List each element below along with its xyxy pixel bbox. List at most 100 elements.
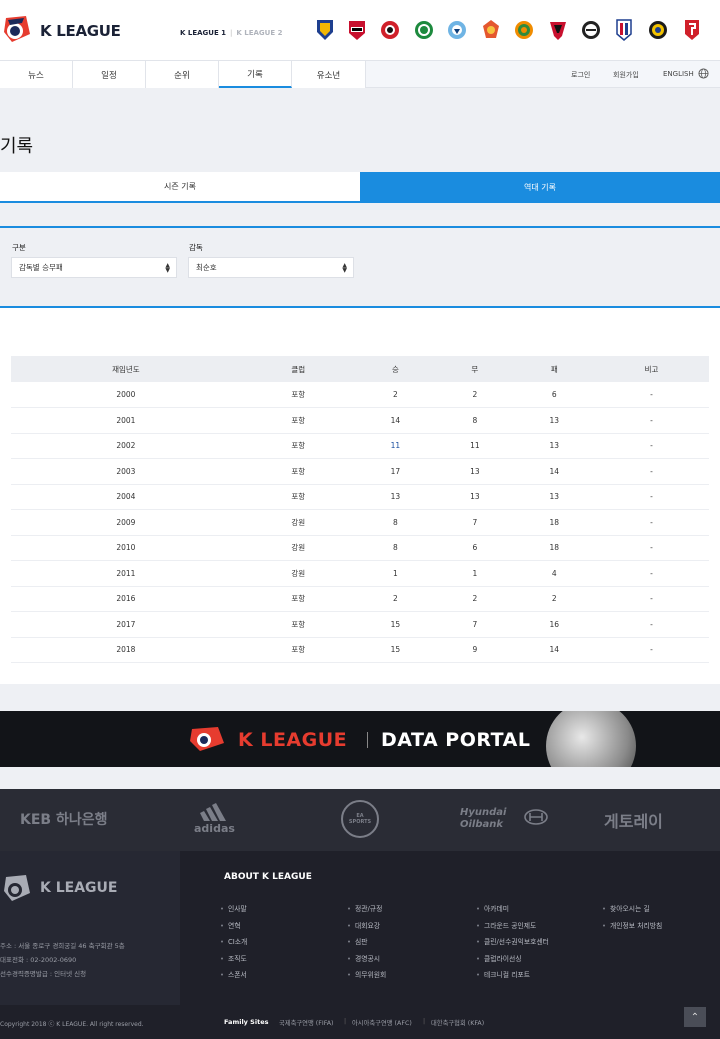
nav-tab-schedule[interactable]: 일정 xyxy=(73,61,146,88)
logo-text[interactable]: K LEAGUE xyxy=(40,22,121,40)
data-portal-banner[interactable]: K LEAGUE DATA PORTAL xyxy=(0,711,720,767)
coach-label: 감독 xyxy=(189,243,203,252)
cell-club: 포항 xyxy=(240,382,356,408)
nav-tab-standings[interactable]: 순위 xyxy=(146,61,219,88)
cell-draws: 2 xyxy=(435,586,515,612)
gangwon-emblem-icon[interactable] xyxy=(548,18,568,42)
footer-link[interactable]: 대회요강 xyxy=(347,920,380,930)
col-header-note: 비고 xyxy=(594,356,709,382)
nav-tab-news[interactable]: 뉴스 xyxy=(0,61,73,88)
incheon-emblem-icon[interactable] xyxy=(648,18,668,42)
cell-losses: 4 xyxy=(514,560,594,587)
cell-note: - xyxy=(594,637,709,663)
cell-losses: 18 xyxy=(514,535,594,561)
about-title: ABOUT K LEAGUE xyxy=(224,872,312,882)
cell-term: 2018 xyxy=(11,637,241,663)
main-nav: 뉴스 일정 순위 기록 유소년 로그인 회원가입 ENGLISH xyxy=(0,60,720,88)
footer-link[interactable]: 그라운드 공인제도 xyxy=(476,920,536,930)
cell-losses: 18 xyxy=(514,509,594,536)
tab-season-records[interactable]: 시즌 기록 xyxy=(0,172,360,203)
globe-icon[interactable] xyxy=(698,68,709,81)
suwon-emblem-icon[interactable] xyxy=(614,18,634,42)
cell-wins: 2 xyxy=(355,586,436,612)
cell-draws: 13 xyxy=(435,484,515,510)
sponsor-gatorade-logo[interactable]: 게토레이 xyxy=(604,808,663,832)
cell-wins: 15 xyxy=(355,611,436,638)
cell-note: - xyxy=(594,535,709,561)
jeonbuk-emblem-icon[interactable] xyxy=(414,18,434,42)
footer-link[interactable]: 인사말 xyxy=(220,903,247,913)
footer-link[interactable]: 경영공시 xyxy=(347,953,380,963)
cell-term: 2011 xyxy=(11,560,241,587)
footer-link[interactable]: 정관/규정 xyxy=(347,903,382,913)
cell-club: 포항 xyxy=(240,407,356,434)
nav-tab-records[interactable]: 기록 xyxy=(219,61,292,88)
ea-sports-logo-icon[interactable]: EA SPORTS xyxy=(341,800,379,838)
login-link[interactable]: 로그인 xyxy=(571,70,590,80)
ulsan-emblem-icon[interactable] xyxy=(315,18,335,42)
footer-link[interactable]: 찾아오시는 길 xyxy=(602,903,650,913)
footer-link[interactable]: 개인정보 처리방침 xyxy=(602,920,662,930)
k-league-logo-icon[interactable] xyxy=(2,14,32,44)
family-site-afc[interactable]: 아시아축구연맹 (AFC) xyxy=(352,1018,412,1027)
footer-link[interactable]: 심판 xyxy=(347,936,368,946)
cell-term: 2002 xyxy=(11,433,241,459)
pohang-emblem-icon[interactable] xyxy=(380,18,400,42)
footer-link[interactable]: CI소개 xyxy=(220,936,247,946)
sangju-emblem-icon[interactable] xyxy=(581,18,601,42)
category-select[interactable]: 감독별 승무패 ▲ ▼ xyxy=(11,257,177,278)
footer-link[interactable]: 클럽라이선싱 xyxy=(476,953,522,963)
extra-club-emblem-icon[interactable] xyxy=(682,18,702,42)
signup-link[interactable]: 회원가입 xyxy=(613,70,639,80)
cell-club: 포항 xyxy=(240,586,356,612)
select-arrows-icon: ▲ ▼ xyxy=(165,262,170,274)
footer-logo-text: K LEAGUE xyxy=(40,880,118,896)
jeju-emblem-icon[interactable] xyxy=(514,18,534,42)
english-link[interactable]: ENGLISH xyxy=(663,70,694,78)
k-league-1-link[interactable]: K LEAGUE 1 xyxy=(180,29,226,37)
cell-club: 강원 xyxy=(240,560,356,587)
cell-note: - xyxy=(594,484,709,510)
cell-draws: 9 xyxy=(435,637,515,663)
scroll-top-button[interactable]: ⌃ xyxy=(684,1007,706,1027)
cell-draws: 7 xyxy=(435,509,515,536)
daegu-emblem-icon[interactable] xyxy=(447,18,467,42)
family-sites-label: Family Sites xyxy=(224,1018,269,1026)
banner-divider xyxy=(367,732,368,748)
col-header-club: 클럽 xyxy=(240,356,356,382)
sponsor-keb-hana-logo[interactable]: KEB 하나은행 xyxy=(20,809,107,829)
footer-link[interactable]: 조직도 xyxy=(220,953,247,963)
gyeongnam-emblem-icon[interactable] xyxy=(481,18,501,42)
coach-select[interactable]: 최순호 ▲ ▼ xyxy=(188,257,354,278)
k-league-2-link[interactable]: K LEAGUE 2 xyxy=(236,29,282,37)
sponsor-adidas-logo[interactable]: adidas xyxy=(194,822,235,835)
table-row: 2004 포항 13 13 13- xyxy=(11,484,709,510)
cell-draws: 2 xyxy=(435,382,515,408)
table-row: 2010 강원 8 6 18- xyxy=(11,535,709,561)
tab-all-time-records[interactable]: 역대 기록 xyxy=(360,172,720,203)
footer-link[interactable]: 의무위원회 xyxy=(347,969,386,979)
footer-link[interactable]: 클린/선수권익보호센터 xyxy=(476,936,549,946)
footer-link[interactable]: 스폰서 xyxy=(220,969,247,979)
cell-note: - xyxy=(594,382,709,408)
cell-club: 포항 xyxy=(240,637,356,663)
cell-losses: 2 xyxy=(514,586,594,612)
nav-tab-youth[interactable]: 유소년 xyxy=(292,61,366,88)
footer-link[interactable]: 테크니컬 리포트 xyxy=(476,969,530,979)
cell-club: 포항 xyxy=(240,433,356,459)
sponsor-hyundai-oilbank-logo[interactable]: Hyundai Oilbank xyxy=(460,807,522,831)
cell-losses: 13 xyxy=(514,407,594,434)
category-select-value: 감독별 승무패 xyxy=(19,263,63,272)
col-header-term: 재임년도 xyxy=(11,356,241,382)
table-header-row: 재임년도 클럽 승 무 패 비고 xyxy=(11,356,709,382)
cell-note: - xyxy=(594,509,709,536)
family-site-kfa[interactable]: 대한축구협회 (KFA) xyxy=(431,1018,484,1027)
cell-draws: 1 xyxy=(435,560,515,587)
family-site-fifa[interactable]: 국제축구연맹 (FIFA) xyxy=(279,1018,334,1027)
footer-link[interactable]: 연혁 xyxy=(220,920,241,930)
footer-link[interactable]: 아카데미 xyxy=(476,903,509,913)
seoul-emblem-icon[interactable] xyxy=(347,18,367,42)
cell-note: - xyxy=(594,611,709,638)
footer-info: K LEAGUE 주소 : 서울 종로구 경희궁길 46 축구회관 5층 대표전… xyxy=(0,851,180,1005)
footer-certificate[interactable]: 선수경력증명발급 : 인터넷 신청 xyxy=(0,968,86,978)
